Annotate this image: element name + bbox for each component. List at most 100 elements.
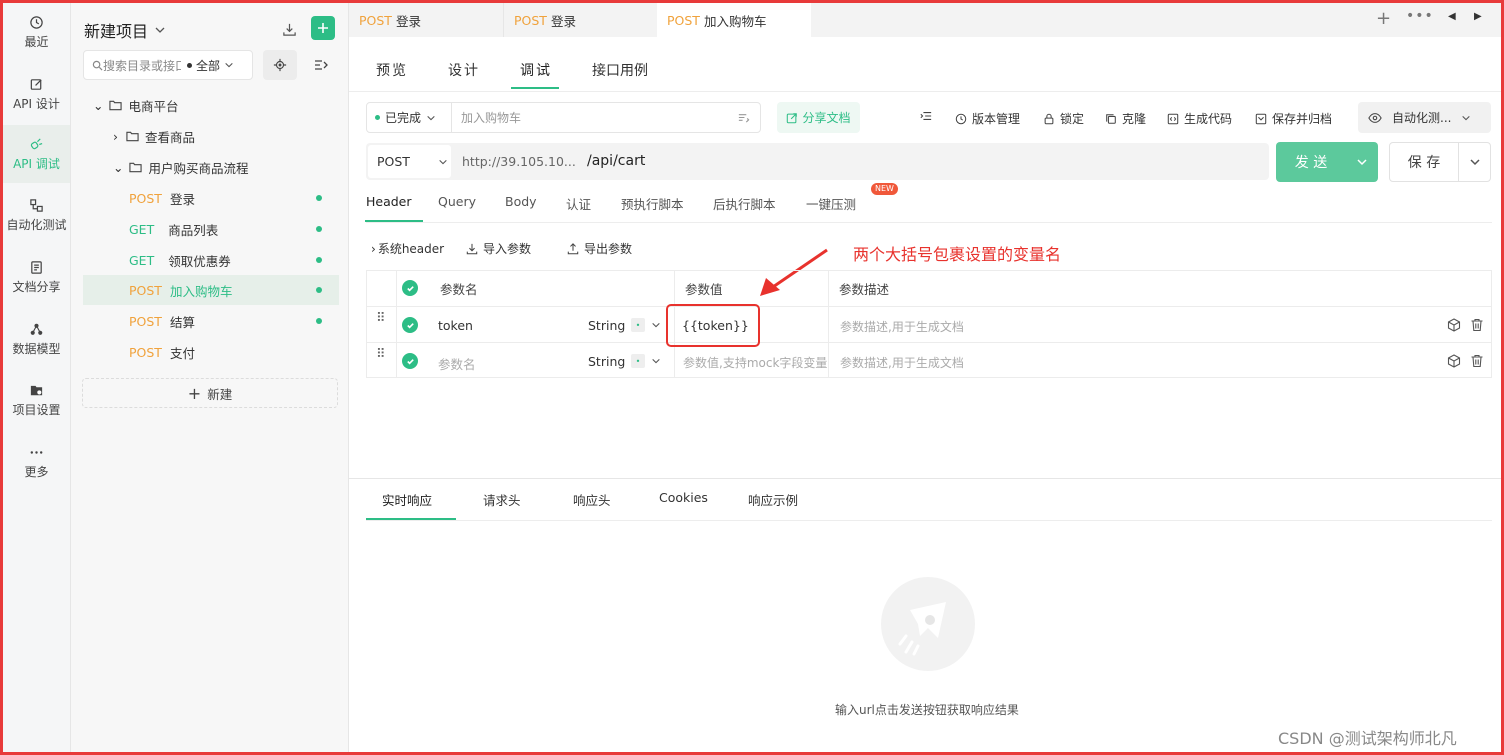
tree-item-pay[interactable]: POST 支付 [83, 337, 339, 367]
tab-header[interactable]: Header [366, 194, 412, 209]
row-checkbox[interactable] [402, 353, 418, 369]
clone-button[interactable]: 克隆 [1105, 110, 1146, 127]
collapse-icon[interactable] [309, 53, 333, 77]
required-toggle[interactable]: • [631, 354, 645, 368]
import-icon[interactable] [279, 19, 299, 39]
tab-stress-test[interactable]: 一键压测 [806, 194, 856, 213]
base-url[interactable]: http://39.105.10... [462, 154, 576, 169]
param-desc-input[interactable]: 参数描述,用于生成文档 [840, 354, 964, 371]
new-button[interactable]: + 新建 [82, 378, 338, 408]
required-toggle[interactable]: • [631, 318, 645, 332]
search-box[interactable]: 搜索目录或接口 全部 [83, 50, 253, 80]
share-doc-button[interactable]: 分享文档 [777, 102, 860, 133]
locate-button[interactable] [263, 50, 297, 80]
more-tabs-icon[interactable]: ••• [1406, 8, 1434, 24]
drag-handle-icon[interactable]: ⠿ [376, 312, 386, 325]
nav-data-model[interactable]: 数据模型 [3, 310, 70, 368]
method-select[interactable]: POST [368, 145, 451, 178]
nav-api-design[interactable]: API 设计 [3, 65, 70, 123]
send-button[interactable]: 发 送 [1276, 142, 1378, 182]
status-select[interactable]: 已完成 [367, 103, 452, 132]
system-header-toggle[interactable]: › 系统header [371, 240, 444, 257]
project-sidebar: 新建项目 搜索目录或接口 全部 ⌄ 电商平台 › 查看商品 ⌄ 用户购买商品流程 [71, 3, 349, 752]
nav-automation[interactable]: 自动化测试 [3, 186, 70, 244]
tree-item-checkout[interactable]: POST 结算 [83, 306, 339, 336]
param-value-input[interactable]: {{token}} [682, 318, 749, 333]
param-type-select[interactable]: String [588, 318, 625, 333]
chevron-down-icon[interactable] [651, 320, 661, 330]
code-icon [1167, 113, 1179, 124]
format-icon[interactable] [737, 111, 750, 124]
import-params-button[interactable]: 导入参数 [466, 240, 531, 257]
tab-cookies[interactable]: Cookies [659, 490, 708, 505]
tab-preview[interactable]: 预览 [376, 60, 408, 80]
add-button[interactable] [311, 16, 335, 40]
tab-live-response[interactable]: 实时响应 [382, 490, 432, 509]
trash-icon[interactable] [1470, 318, 1484, 332]
tab-pre-script[interactable]: 预执行脚本 [621, 194, 684, 213]
tab-response-example[interactable]: 响应示例 [748, 490, 798, 509]
search-input[interactable]: 搜索目录或接口 [103, 57, 181, 74]
tab-login-2[interactable]: POST 登录 [503, 3, 657, 37]
nav-more[interactable]: 更多 [3, 433, 70, 491]
tab-prev-icon[interactable]: ◀ [1448, 11, 1456, 22]
tree-label: 商品列表 [168, 222, 219, 238]
tab-design[interactable]: 设计 [448, 60, 480, 80]
tab-request-headers[interactable]: 请求头 [483, 490, 521, 509]
api-name-input[interactable]: 加入购物车 [452, 109, 737, 126]
cube-icon[interactable] [1447, 318, 1461, 332]
chevron-down-icon[interactable] [651, 356, 661, 366]
outline-button[interactable] [920, 110, 932, 122]
nav-project-settings[interactable]: 项目设置 [3, 371, 70, 429]
tab-query[interactable]: Query [438, 194, 476, 209]
save-button[interactable]: 保 存 [1389, 142, 1491, 182]
tab-add-cart[interactable]: POST 加入购物车 [657, 3, 811, 37]
system-header-label: 系统header [377, 242, 445, 256]
tab-response-headers[interactable]: 响应头 [573, 490, 611, 509]
col-divider [396, 270, 397, 378]
tree-label: 查看商品 [145, 129, 196, 145]
cube-icon[interactable] [1447, 354, 1461, 368]
tab-label: 登录 [550, 13, 576, 29]
tree-item-goods-list[interactable]: GET 商品列表 [83, 214, 339, 244]
save-archive-button[interactable]: 保存并归档 [1255, 110, 1332, 127]
nav-recent[interactable]: 最近 [3, 3, 70, 61]
drag-handle-icon[interactable]: ⠿ [376, 348, 386, 361]
check-icon [402, 353, 418, 369]
chevron-down-icon[interactable] [1469, 156, 1481, 168]
save-archive-label: 保存并归档 [1272, 112, 1333, 126]
tab-body[interactable]: Body [505, 194, 537, 209]
divider [1458, 143, 1459, 181]
tab-next-icon[interactable]: ▶ [1474, 11, 1482, 22]
tab-debug[interactable]: 调试 [520, 60, 552, 80]
tab-auth[interactable]: 认证 [566, 194, 591, 213]
tree-item-login[interactable]: POST 登录 [83, 183, 339, 213]
lock-button[interactable]: 锁定 [1043, 110, 1084, 127]
param-desc-input[interactable]: 参数描述,用于生成文档 [840, 318, 964, 335]
param-name-input[interactable]: token [438, 318, 473, 333]
tree-item-coupon[interactable]: GET 领取优惠券 [83, 245, 339, 275]
chevron-down-icon [439, 159, 447, 164]
trash-icon[interactable] [1470, 354, 1484, 368]
nav-api-debug[interactable]: API 调试 [3, 125, 70, 183]
export-params-button[interactable]: 导出参数 [567, 240, 632, 257]
tab-cases[interactable]: 接口用例 [592, 60, 648, 80]
tab-login-1[interactable]: POST 登录 [349, 3, 503, 37]
version-button[interactable]: 版本管理 [955, 110, 1020, 127]
param-type-select[interactable]: String [588, 354, 625, 369]
env-select[interactable]: 自动化测... [1358, 102, 1491, 133]
chevron-down-icon[interactable] [1356, 156, 1368, 168]
project-title-dropdown[interactable]: 新建项目 [84, 18, 166, 42]
select-all-checkbox[interactable] [402, 270, 418, 306]
tree-item-add-cart[interactable]: POST 加入购物车 [83, 275, 339, 305]
url-path-input[interactable]: /api/cart [587, 153, 645, 169]
tab-post-script[interactable]: 后执行脚本 [713, 194, 776, 213]
export-label: 导出参数 [584, 242, 633, 256]
param-value-input[interactable]: 参数值,支持mock字段变量 [683, 354, 828, 371]
new-tab-icon[interactable]: + [1376, 8, 1391, 29]
param-name-input[interactable]: 参数名 [438, 354, 476, 373]
nav-doc-share[interactable]: 文档分享 [3, 248, 70, 306]
row-checkbox[interactable] [402, 317, 418, 333]
gencode-button[interactable]: 生成代码 [1167, 110, 1232, 127]
filter-select[interactable]: 全部 [187, 57, 234, 74]
